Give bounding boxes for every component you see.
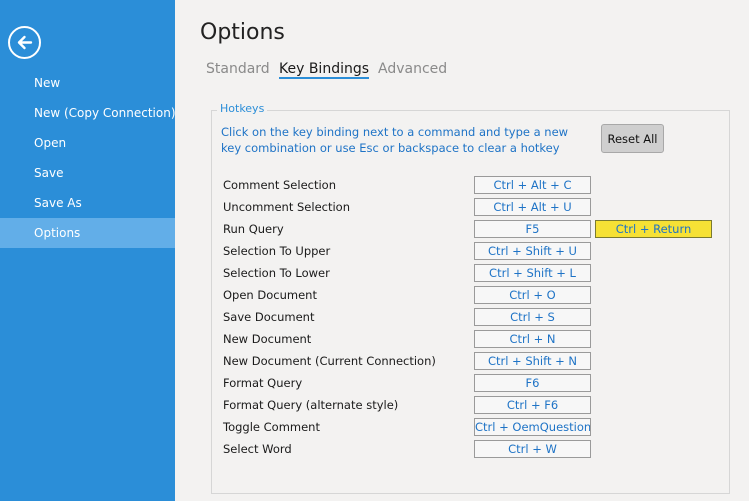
sidebar-item-open[interactable]: Open [0, 128, 175, 158]
tab-advanced[interactable]: Advanced [378, 61, 447, 77]
command-label: Selection To Upper [223, 244, 331, 258]
key-binding-box[interactable]: Ctrl + S [474, 308, 591, 326]
key-binding-box[interactable]: Ctrl + Alt + C [474, 176, 591, 194]
command-label: New Document [223, 332, 312, 346]
command-label: New Document (Current Connection) [223, 354, 436, 368]
command-label: Toggle Comment [223, 420, 320, 434]
hotkeys-description: Click on the key binding next to a comma… [221, 125, 569, 155]
command-label: Format Query (alternate style) [223, 398, 399, 412]
hotkeys-group [211, 110, 730, 494]
back-button[interactable] [8, 26, 41, 59]
sidebar: New New (Copy Connection) Open Save Save… [0, 0, 176, 501]
reset-all-button[interactable]: Reset All [601, 124, 664, 153]
key-binding-box[interactable]: Ctrl + N [474, 330, 591, 348]
key-binding-box[interactable]: Ctrl + Shift + N [474, 352, 591, 370]
key-binding-box[interactable]: Ctrl + Shift + L [474, 264, 591, 282]
command-label: Select Word [223, 442, 292, 456]
command-label: Selection To Lower [223, 266, 330, 280]
sidebar-item-save-as[interactable]: Save As [0, 188, 175, 218]
key-binding-box[interactable]: Ctrl + Shift + U [474, 242, 591, 260]
hotkeys-legend: Hotkeys [217, 102, 268, 115]
command-label: Format Query [223, 376, 303, 390]
key-binding-box[interactable]: Ctrl + W [474, 440, 591, 458]
key-binding-box[interactable]: Ctrl + F6 [474, 396, 591, 414]
key-binding-box[interactable]: F5 [474, 220, 591, 238]
key-binding-box[interactable]: Ctrl + Alt + U [474, 198, 591, 216]
sidebar-item-new[interactable]: New [0, 68, 175, 98]
sidebar-item-save[interactable]: Save [0, 158, 175, 188]
tab-standard[interactable]: Standard [206, 61, 270, 77]
secondary-key-binding-box[interactable]: Ctrl + Return [595, 220, 712, 238]
arrow-left-icon [17, 35, 33, 50]
tab-key-bindings[interactable]: Key Bindings [279, 61, 370, 79]
command-label: Save Document [223, 310, 315, 324]
sidebar-item-options[interactable]: Options [0, 218, 175, 248]
command-label: Open Document [223, 288, 317, 302]
command-label: Uncomment Selection [223, 200, 350, 214]
page-title: Options [200, 20, 285, 45]
key-binding-box[interactable]: Ctrl + OemQuestion [474, 418, 591, 436]
command-label: Comment Selection [223, 178, 336, 192]
sidebar-item-new-copy-connection[interactable]: New (Copy Connection) [0, 98, 176, 128]
key-binding-box[interactable]: F6 [474, 374, 591, 392]
command-label: Run Query [223, 222, 284, 236]
key-binding-box[interactable]: Ctrl + O [474, 286, 591, 304]
